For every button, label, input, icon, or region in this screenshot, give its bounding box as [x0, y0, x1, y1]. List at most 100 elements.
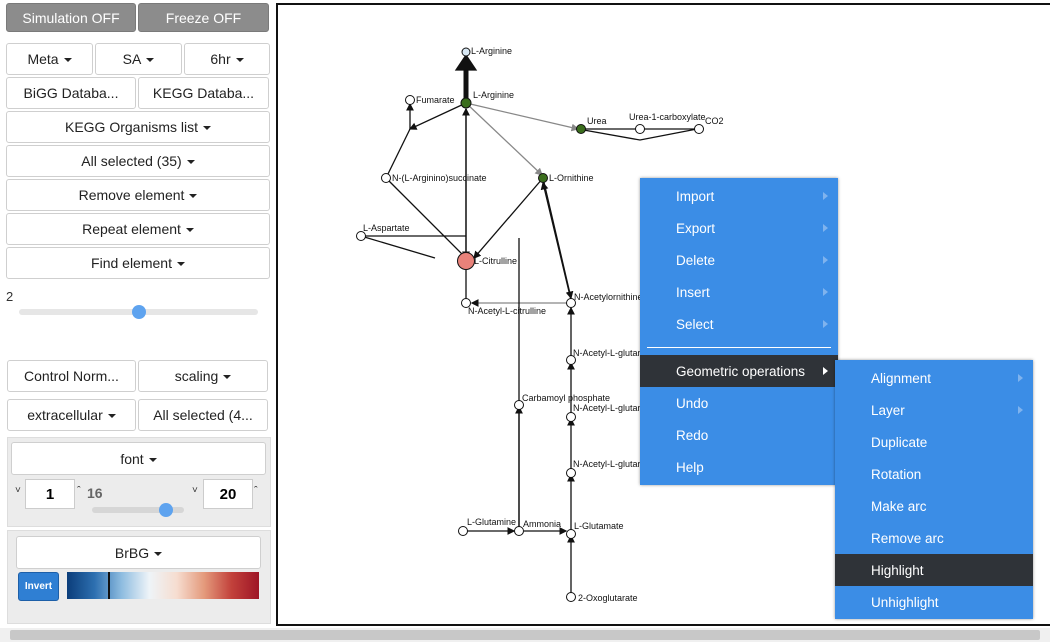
extracellular-label: extracellular [27, 407, 103, 423]
kegg-organisms-dropdown[interactable]: KEGG Organisms list [6, 111, 270, 143]
label-urea: Urea [587, 116, 607, 126]
menu-item-undo[interactable]: Undo [640, 387, 838, 419]
label-nac-glutamate-2: N-Acetyl-L-glutar [573, 403, 641, 413]
menu-item-label: Redo [676, 427, 709, 443]
node-nac-glutamate-3[interactable] [566, 468, 576, 478]
chevron-down-icon [59, 51, 72, 67]
menu-item-redo[interactable]: Redo [640, 419, 838, 451]
horizontal-scrollbar-thumb[interactable] [10, 630, 1040, 640]
node-co2[interactable] [694, 124, 704, 134]
chevron-right-icon [1018, 406, 1023, 414]
node-glutamine[interactable] [458, 526, 468, 536]
label-fumarate: Fumarate [416, 95, 455, 105]
label-oxoglutarate: 2-Oxoglutarate [578, 593, 638, 603]
palette-dropdown[interactable]: BrBG [16, 536, 261, 569]
node-ornithine[interactable] [538, 173, 548, 183]
menu-item-import[interactable]: Import [640, 180, 838, 212]
meta-label: Meta [27, 51, 59, 67]
control-sidebar: Simulation OFF Freeze OFF Meta SA 6hr Bi… [0, 0, 276, 626]
invert-palette-button[interactable]: Invert [18, 572, 59, 601]
kegg-database-button[interactable]: KEGG Databa... [138, 77, 269, 109]
submenu-item-highlight[interactable]: Highlight [835, 554, 1033, 586]
edge-citr-succ[interactable] [385, 177, 467, 259]
context-menu: Import Export Delete Insert Select Geome… [640, 178, 838, 485]
font-min-input[interactable]: 1 [25, 479, 75, 509]
node-arginine-ext[interactable] [461, 47, 471, 57]
edge-succ-fumarate[interactable] [385, 128, 411, 179]
submenu-item-label: Make arc [871, 498, 927, 514]
chevron-down-icon [103, 407, 116, 423]
arrowhead-icon [454, 53, 478, 71]
font-min-down-icon[interactable]: ˅ [15, 485, 21, 496]
submenu-item-duplicate[interactable]: Duplicate [835, 426, 1033, 458]
node-arginosuccinate[interactable] [381, 173, 391, 183]
edge-arg-orn[interactable] [465, 102, 543, 176]
chevron-down-icon [141, 51, 154, 67]
submenu-item-unhighlight[interactable]: Unhighlight [835, 586, 1033, 618]
menu-item-export[interactable]: Export [640, 212, 838, 244]
font-max-up-icon[interactable]: ˆ [254, 485, 258, 497]
all-selected-dropdown[interactable]: All selected (35) [6, 145, 270, 177]
sa-dropdown[interactable]: SA [95, 43, 182, 75]
label-nac-glutamate-3: N-Acetyl-L-glutar [573, 459, 641, 469]
menu-item-label: Geometric operations [676, 363, 806, 379]
chevron-down-icon [144, 451, 157, 467]
geometric-operations-submenu: Alignment Layer Duplicate Rotation Make … [835, 360, 1033, 619]
node-nac-glutamate-2[interactable] [566, 412, 576, 422]
submenu-item-remove-arc[interactable]: Remove arc [835, 522, 1033, 554]
menu-item-label: Import [676, 188, 715, 204]
edge-aspartate-citr[interactable] [360, 235, 436, 259]
edge-arg-urea[interactable] [465, 102, 580, 132]
sa-label: SA [122, 51, 142, 67]
menu-item-help[interactable]: Help [640, 451, 838, 483]
menu-item-delete[interactable]: Delete [640, 244, 838, 276]
node-urea[interactable] [576, 124, 586, 134]
label-arginosuccinate: N-(L-Arginino)succinate [392, 173, 487, 183]
font-slider-thumb[interactable] [158, 503, 173, 517]
node-urea-carboxylate[interactable] [635, 124, 645, 134]
chevron-right-icon [1018, 374, 1023, 382]
menu-item-geometric-operations[interactable]: Geometric operations [640, 355, 838, 387]
menu-item-label: Undo [676, 395, 709, 411]
menu-item-insert[interactable]: Insert [640, 276, 838, 308]
repeat-element-dropdown[interactable]: Repeat element [6, 213, 270, 245]
find-element-label: Find element [91, 255, 172, 271]
label-arginine-ext: L-Arginine [471, 46, 512, 56]
remove-element-dropdown[interactable]: Remove element [6, 179, 270, 211]
edge-orn-nacorn[interactable] [542, 177, 574, 300]
bigg-database-button[interactable]: BiGG Databa... [6, 77, 136, 109]
edge-orn-citr[interactable] [473, 177, 544, 259]
font-max-down-icon[interactable]: ˅ [192, 485, 198, 496]
simulation-toggle-button[interactable]: Simulation OFF [6, 3, 136, 32]
all-selected-compartments-button[interactable]: All selected (4... [138, 399, 268, 431]
node-citrulline[interactable] [457, 252, 475, 270]
extracellular-dropdown[interactable]: extracellular [7, 399, 136, 431]
chevron-right-icon [823, 256, 828, 264]
edge-arg-fumarate[interactable] [408, 102, 467, 130]
font-max-input[interactable]: 20 [203, 479, 253, 509]
submenu-item-make-arc[interactable]: Make arc [835, 490, 1033, 522]
menu-item-select[interactable]: Select [640, 308, 838, 340]
label-nac-ornithine: N-Acetylornithine [574, 292, 643, 302]
find-element-dropdown[interactable]: Find element [6, 247, 270, 279]
font-current-value: 16 [87, 485, 103, 501]
menu-item-label: Export [676, 220, 716, 236]
font-min-up-icon[interactable]: ˆ [77, 485, 81, 497]
control-norm-button[interactable]: Control Norm... [7, 360, 136, 392]
label-ammonia: Ammonia [523, 519, 561, 529]
submenu-item-rotation[interactable]: Rotation [835, 458, 1033, 490]
menu-divider [647, 347, 831, 348]
node-oxoglutarate[interactable] [566, 592, 576, 602]
main-slider-thumb[interactable] [131, 305, 146, 319]
chevron-down-icon [182, 153, 195, 169]
freeze-toggle-button[interactable]: Freeze OFF [138, 3, 269, 32]
node-arginine[interactable] [460, 97, 472, 109]
meta-dropdown[interactable]: Meta [6, 43, 93, 75]
time-dropdown[interactable]: 6hr [184, 43, 270, 75]
node-fumarate[interactable] [405, 95, 415, 105]
font-dropdown[interactable]: font [11, 442, 266, 475]
scaling-dropdown[interactable]: scaling [138, 360, 268, 392]
menu-item-label: Help [676, 459, 704, 475]
submenu-item-alignment[interactable]: Alignment [835, 362, 1033, 394]
submenu-item-layer[interactable]: Layer [835, 394, 1033, 426]
